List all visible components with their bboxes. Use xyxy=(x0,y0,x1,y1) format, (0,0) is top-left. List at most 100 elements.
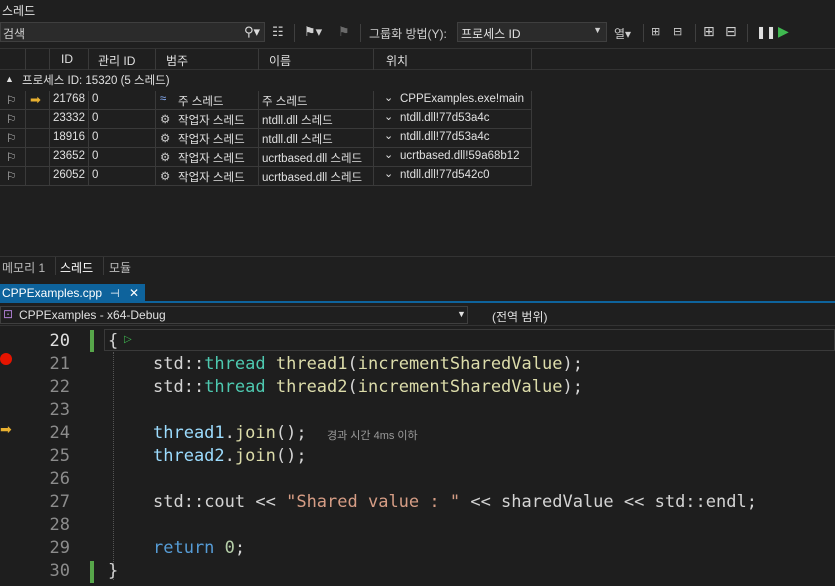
thread-row[interactable]: ⚐ 18916 0 ⚙ 작업자 스레드 ntdll.dll 스레드 ⌄ ntdll.dll!7… xyxy=(0,129,532,148)
collapse-caret-icon[interactable]: ▲ xyxy=(5,74,14,84)
thread-search-input[interactable]: 검색 ⚲▾ xyxy=(0,22,265,42)
project-icon: ⊡ xyxy=(3,307,14,321)
line-number: 29 xyxy=(49,538,70,558)
bottom-tab-strip: 메모리 1 스레드 모듈 xyxy=(0,256,835,276)
thread-category: 작업자 스레드 xyxy=(178,153,245,165)
close-icon[interactable]: ✕ xyxy=(129,286,139,300)
thread-category: 주 스레드 xyxy=(178,96,224,108)
code-line-25: thread2.join(); xyxy=(153,446,307,466)
line-number: 27 xyxy=(49,492,70,512)
column-divider xyxy=(25,148,26,167)
thread-row[interactable]: ⚐ 23652 0 ⚙ 작업자 스레드 ucrtbased.dll 스레드 ⌄ ucrtbas… xyxy=(0,148,532,167)
tab-divider xyxy=(55,257,56,275)
expand-groups-icon[interactable]: ⊞ xyxy=(651,25,660,38)
thread-category: 작업자 스레드 xyxy=(178,134,245,146)
column-divider xyxy=(49,91,50,110)
document-tab-cppexamples[interactable]: CPPExamples.cpp ⊣ ✕ xyxy=(0,284,145,303)
process-group-row[interactable]: ▲ 프로세스 ID: 15320 (5 스레드) xyxy=(0,70,835,90)
toolbar-separator xyxy=(294,24,295,42)
column-divider xyxy=(258,148,259,167)
thread-row[interactable]: ⚐ 23332 0 ⚙ 작업자 스레드 ntdll.dll 스레드 ⌄ ntdll.dll!7… xyxy=(0,110,532,129)
column-managed-id[interactable]: 관리 ID xyxy=(98,52,135,69)
worker-thread-icon: ⚙ xyxy=(160,152,171,164)
column-divider xyxy=(258,167,259,186)
chevron-down-icon: ▼ xyxy=(593,25,602,35)
document-tab-label: CPPExamples.cpp xyxy=(2,286,103,300)
line-number: 22 xyxy=(49,377,70,397)
change-marker xyxy=(90,561,94,583)
expand-location-icon[interactable]: ⌄ xyxy=(384,148,393,161)
worker-thread-icon: ⚙ xyxy=(160,133,171,145)
collapse-all-icon[interactable]: ⊟ xyxy=(725,23,737,40)
expand-location-icon[interactable]: ⌄ xyxy=(384,91,393,104)
flag-icon[interactable]: ⚐ xyxy=(6,150,16,164)
perf-tip-hint[interactable]: 경과 시간 4ms 이하 xyxy=(327,427,418,443)
expand-location-icon[interactable]: ⌄ xyxy=(384,110,393,123)
code-line-20: { xyxy=(108,331,119,351)
column-divider xyxy=(88,148,89,167)
flag-all-icon[interactable]: ⚑ xyxy=(338,24,350,40)
change-marker xyxy=(90,330,94,352)
column-divider xyxy=(88,167,89,186)
column-id[interactable]: ID xyxy=(61,52,73,66)
column-location[interactable]: 위치 xyxy=(386,52,408,69)
project-dropdown[interactable]: ⊡ CPPExamples - x64-Debug ▼ xyxy=(0,306,468,324)
column-divider xyxy=(155,110,156,129)
line-number: 28 xyxy=(49,515,70,535)
expand-location-icon[interactable]: ⌄ xyxy=(384,129,393,142)
column-divider xyxy=(49,110,50,129)
column-category[interactable]: 범주 xyxy=(166,52,188,69)
column-divider xyxy=(373,129,374,148)
scope-dropdown-value: (전역 범위) xyxy=(492,310,548,324)
search-icon[interactable]: ⚲▾ xyxy=(244,24,260,40)
project-dropdown-value: CPPExamples - x64-Debug xyxy=(19,308,166,322)
thread-location: ntdll.dll!77d53a4c xyxy=(400,131,490,143)
column-name[interactable]: 이름 xyxy=(269,52,291,69)
group-by-dropdown[interactable]: 프로세스 ID ▼ xyxy=(457,22,607,42)
thread-id: 26052 xyxy=(53,169,85,181)
column-divider xyxy=(531,129,532,148)
thread-managed-id: 0 xyxy=(92,112,99,124)
thread-id: 21768 xyxy=(53,93,85,105)
columns-dropdown[interactable]: 열▾ xyxy=(614,25,631,42)
column-divider xyxy=(373,91,374,110)
flag-icon[interactable]: ⚐ xyxy=(6,93,16,107)
thread-name: ucrtbased.dll 스레드 xyxy=(262,153,363,165)
collapse-groups-icon[interactable]: ⊟ xyxy=(673,25,682,38)
thread-managed-id: 0 xyxy=(92,93,99,105)
pin-icon[interactable]: ⊣ xyxy=(110,287,120,300)
column-divider xyxy=(155,91,156,110)
flag-icon[interactable]: ⚐ xyxy=(6,131,16,145)
threads-window-title: 스레드 xyxy=(2,4,36,18)
search-placeholder: 검색 xyxy=(3,27,26,41)
flag-icon[interactable]: ⚐ xyxy=(6,169,16,183)
thread-location: ntdll.dll!77d542c0 xyxy=(400,169,490,181)
code-editor[interactable]: ➡ 20 21 22 23 24 25 26 27 28 29 30 ▷ { s… xyxy=(0,326,835,586)
flag-icon[interactable]: ⚑▾ xyxy=(304,24,322,40)
column-divider xyxy=(531,110,532,129)
tab-memory-1[interactable]: 메모리 1 xyxy=(2,259,45,276)
thread-managed-id: 0 xyxy=(92,169,99,181)
toolbar-separator xyxy=(360,24,361,42)
thread-id: 18916 xyxy=(53,131,85,143)
thread-row[interactable]: ⚐ ➡ 21768 0 ≈ 주 스레드 주 스레드 ⌄ CPPExamples.exe!main xyxy=(0,91,532,110)
expand-location-icon[interactable]: ⌄ xyxy=(384,167,393,180)
column-divider xyxy=(258,91,259,110)
freeze-icon[interactable]: ❚❚ xyxy=(756,25,776,39)
expand-all-icon[interactable]: ⊞ xyxy=(703,23,715,40)
tab-threads[interactable]: 스레드 xyxy=(60,259,93,276)
thread-name: ucrtbased.dll 스레드 xyxy=(262,172,363,184)
column-divider xyxy=(49,148,50,167)
column-divider xyxy=(373,167,374,186)
run-to-cursor-icon[interactable]: ▷ xyxy=(124,334,132,345)
thread-name: 주 스레드 xyxy=(262,96,308,108)
expand-callstack-icon[interactable]: ☷ xyxy=(272,24,284,40)
toolbar-separator xyxy=(747,24,748,42)
line-number: 23 xyxy=(49,400,70,420)
column-divider xyxy=(25,129,26,148)
thread-row[interactable]: ⚐ 26052 0 ⚙ 작업자 스레드 ucrtbased.dll 스레드 ⌄ ntdll.d… xyxy=(0,167,532,186)
thaw-play-icon[interactable]: ▶ xyxy=(778,23,789,40)
tab-modules[interactable]: 모듈 xyxy=(109,259,131,276)
flag-icon[interactable]: ⚐ xyxy=(6,112,16,126)
column-divider xyxy=(258,129,259,148)
